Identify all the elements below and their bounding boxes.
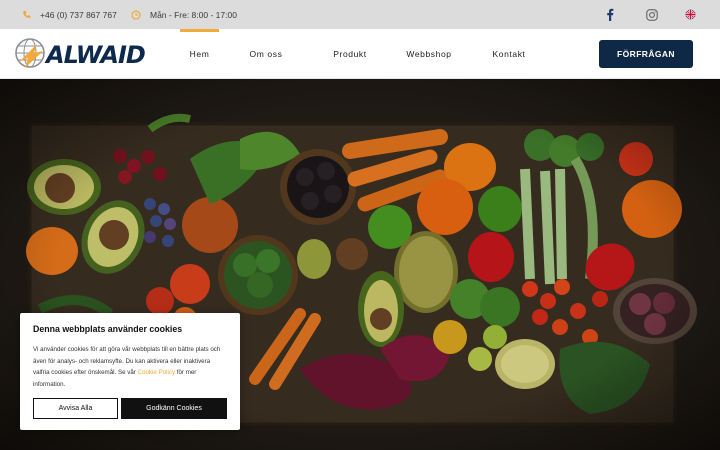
accept-cookies-button[interactable]: Godkänn Cookies (121, 398, 227, 419)
instagram-link[interactable] (644, 0, 660, 29)
facebook-link[interactable] (602, 0, 618, 29)
nav-item-om-oss[interactable]: Om oss (240, 29, 292, 79)
nav-item-kontakt[interactable]: Kontakt (486, 29, 532, 79)
phone-number: +46 (0) 737 867 767 (40, 9, 117, 20)
language-selector[interactable] (682, 0, 698, 29)
cookie-title: Denna webbplats använder cookies (33, 324, 183, 334)
clock-icon (131, 9, 141, 20)
instagram-icon (646, 8, 658, 21)
globe-logo-icon (15, 38, 45, 68)
top-bar: +46 (0) 737 867 767 Mån - Fre: 8:00 - 17… (0, 0, 720, 29)
facebook-icon (607, 8, 614, 21)
site-logo[interactable]: ALWAID (13, 37, 146, 71)
opening-hours: Mån - Fre: 8:00 - 17:00 (131, 0, 237, 29)
hero-banner: Denna webbplats använder cookies Vi anvä… (0, 79, 720, 450)
logo-text: ALWAID (46, 41, 146, 69)
phone-contact[interactable]: +46 (0) 737 867 767 (22, 0, 117, 29)
cookie-consent-banner: Denna webbplats använder cookies Vi anvä… (20, 313, 240, 430)
inquiry-button[interactable]: FÖRFRÅGAN (599, 40, 693, 68)
reject-all-button[interactable]: Avvisa Alla (33, 398, 118, 419)
nav-item-hem[interactable]: Hem (180, 29, 219, 79)
cookie-policy-link[interactable]: Cookie Policy (138, 369, 176, 376)
cookie-text: Vi använder cookies för att göra vår web… (33, 344, 227, 390)
uk-flag-icon (684, 9, 696, 20)
nav-item-webbshop[interactable]: Webbshop (401, 29, 457, 79)
phone-icon (23, 10, 31, 18)
nav-item-produkt[interactable]: Produkt (325, 29, 375, 79)
hours-text: Mån - Fre: 8:00 - 17:00 (150, 9, 237, 20)
